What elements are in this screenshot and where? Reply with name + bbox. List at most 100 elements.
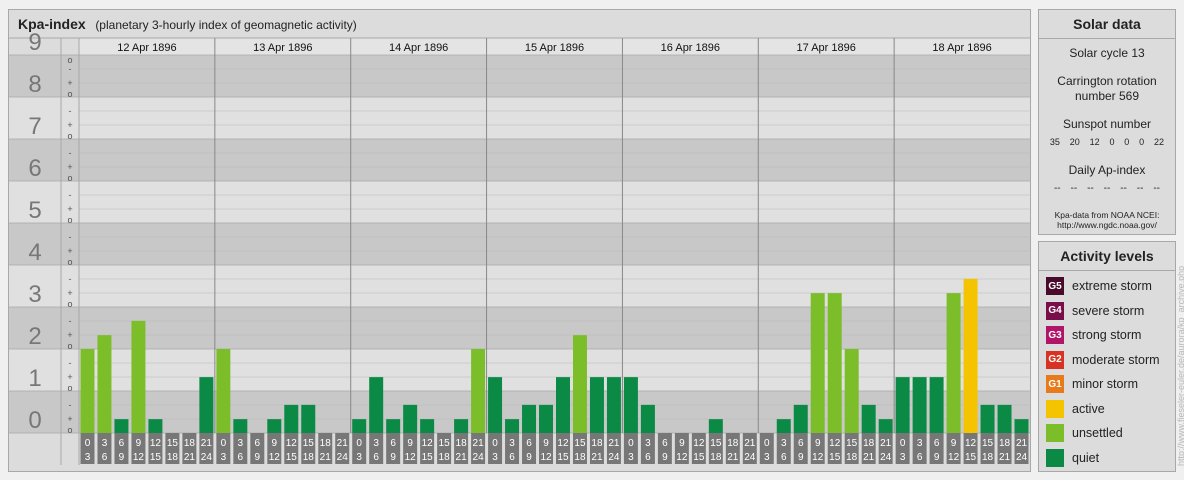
band <box>79 265 1030 307</box>
kp-bar <box>522 404 537 433</box>
interval-label: 15 <box>710 438 722 449</box>
level-label: moderate storm <box>1072 352 1160 367</box>
chart-header: Kpa-index (planetary 3-hourly index of g… <box>18 16 357 32</box>
y-minor-tick-label: + <box>67 162 72 172</box>
y-minor-tick-label: - <box>69 232 72 242</box>
interval-label: 12 <box>676 452 688 463</box>
interval-label: 3 <box>238 438 244 449</box>
band <box>79 139 1030 181</box>
activity-level-item: active <box>1039 397 1175 422</box>
data-source-link[interactable]: http://www.ngdc.noaa.gov/ <box>1039 220 1175 230</box>
interval-label: 9 <box>815 438 821 449</box>
interval-label: 18 <box>982 452 994 463</box>
day-label: 13 Apr 1896 <box>253 42 312 54</box>
interval-label: 24 <box>744 452 756 463</box>
y-minor-tick-label: + <box>67 330 72 340</box>
level-swatch: G3 <box>1046 326 1064 345</box>
band <box>79 55 1030 97</box>
interval-label: 12 <box>150 438 162 449</box>
kp-bar <box>369 377 384 433</box>
y-tick-label: 6 <box>28 155 41 182</box>
y-minor-tick-label: + <box>67 372 72 382</box>
interval-label: 21 <box>320 452 332 463</box>
chart-subtitle: (planetary 3-hourly index of geomagnetic… <box>95 18 357 32</box>
interval-label: 3 <box>85 452 91 463</box>
activity-level-item: G5 extreme storm <box>1039 274 1175 299</box>
level-label: extreme storm <box>1072 279 1152 294</box>
level-swatch <box>1046 399 1064 418</box>
ap-value: -- <box>1136 183 1144 194</box>
kp-bar <box>420 419 435 433</box>
kp-bar <box>572 335 587 433</box>
sunspot-value: 0 <box>1124 137 1130 147</box>
y-minor-tick-label: o <box>67 173 72 183</box>
kp-bar <box>556 377 570 433</box>
interval-label: 6 <box>238 452 244 463</box>
y-minor-tick-label: - <box>69 400 72 410</box>
kp-bar <box>606 377 621 433</box>
interval-label: 3 <box>781 438 787 449</box>
interval-label: 18 <box>184 438 196 449</box>
interval-label: 21 <box>999 452 1011 463</box>
interval-label: 12 <box>557 438 569 449</box>
level-swatch <box>1046 448 1064 467</box>
y-minor-tick-label: - <box>69 316 72 326</box>
kp-bar <box>488 377 503 433</box>
kp-bar <box>403 404 418 433</box>
interval-label: 15 <box>982 438 994 449</box>
kp-bar <box>708 419 723 433</box>
interval-label: 18 <box>846 452 858 463</box>
activity-levels-panel: Activity levels G5 extreme storm G4 severe … <box>1038 241 1176 472</box>
interval-label: 21 <box>880 438 892 449</box>
interval-label: 0 <box>492 438 498 449</box>
interval-label: 21 <box>608 438 620 449</box>
interval-label: 6 <box>781 452 787 463</box>
y-tick-label: 3 <box>28 281 41 308</box>
y-tick-label: 4 <box>28 239 41 266</box>
ap-value: -- <box>1087 183 1094 194</box>
y-minor-tick-label: o <box>67 425 72 435</box>
kp-bar <box>454 419 469 433</box>
interval-label: 0 <box>85 438 91 449</box>
activity-level-item: G2 moderate storm <box>1039 348 1175 373</box>
interval-label: 12 <box>540 452 552 463</box>
interval-label: 9 <box>407 438 413 449</box>
interval-label: 6 <box>645 452 651 463</box>
interval-label: 3 <box>917 438 923 449</box>
kp-bar <box>810 293 825 433</box>
interval-label: 12 <box>286 438 298 449</box>
sunspot-label: Sunspot number <box>1062 117 1152 131</box>
y-minor-tick-label: + <box>67 204 72 214</box>
y-tick-label: 9 <box>28 29 41 56</box>
interval-label: 3 <box>102 438 108 449</box>
chart-title: Kpa-index <box>18 16 86 32</box>
interval-label: 15 <box>557 452 569 463</box>
kp-bar <box>878 419 893 433</box>
y-minor-tick-label: o <box>67 257 72 267</box>
kp-bar <box>980 404 995 433</box>
y-tick-label: 0 <box>28 407 41 434</box>
level-label: quiet <box>1072 450 1100 465</box>
interval-label: 9 <box>526 452 532 463</box>
level-swatch: G1 <box>1046 375 1064 394</box>
kp-bar <box>284 404 299 433</box>
solar-data-panel: Solar data Solar cycle 13 Carrington rot… <box>1038 9 1176 235</box>
kp-bar <box>505 419 520 433</box>
interval-label: 6 <box>934 438 940 449</box>
kp-bar <box>1014 419 1029 433</box>
sunspot-values: 35 20 12 0 0 0 22 <box>1039 137 1175 147</box>
interval-label: 3 <box>356 452 362 463</box>
sunspot-value: 22 <box>1153 137 1164 147</box>
interval-label: 3 <box>645 438 651 449</box>
interval-label: 6 <box>102 452 108 463</box>
kp-bar <box>912 377 927 433</box>
interval-label: 6 <box>917 452 923 463</box>
interval-label: 9 <box>798 452 804 463</box>
kp-bar <box>216 349 231 433</box>
interval-label: 3 <box>492 452 498 463</box>
ap-label: Daily Ap-index <box>1068 163 1146 177</box>
activity-level-item: G1 minor storm <box>1039 372 1175 397</box>
kp-bar <box>640 404 655 433</box>
interval-label: 9 <box>543 438 549 449</box>
interval-label: 9 <box>136 438 142 449</box>
